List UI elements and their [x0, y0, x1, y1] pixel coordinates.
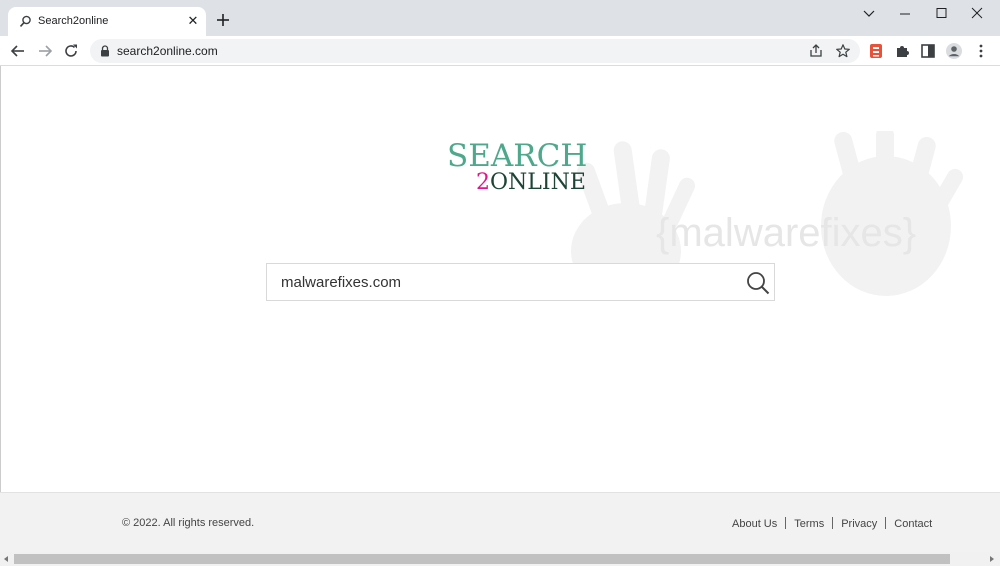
logo-online-line: 2ONLINE [476, 170, 586, 196]
minimize-icon[interactable] [890, 3, 920, 23]
kebab-menu-icon[interactable] [972, 42, 990, 60]
footer-link-terms[interactable]: Terms [794, 518, 824, 530]
tab-title: Search2online [38, 15, 109, 27]
puzzle-icon[interactable] [893, 42, 911, 60]
tab-strip: Search2online ✕ [0, 0, 1000, 36]
new-tab-plus-icon[interactable] [214, 11, 232, 29]
watermark-text: {malwarefixes} [656, 211, 916, 255]
malwarefixes-watermark-image: {malwarefixes} [571, 131, 963, 299]
scrollbar-thumb[interactable] [14, 554, 950, 564]
star-icon[interactable] [835, 43, 851, 59]
logo-digit-two: 2 [476, 170, 490, 195]
footer-link-contact[interactable]: Contact [894, 518, 932, 530]
copyright-text: © 2022. All rights reserved. [122, 517, 255, 529]
footer-separator [785, 517, 787, 529]
window-close-icon[interactable] [962, 3, 992, 23]
lock-icon[interactable] [100, 45, 110, 57]
forward-arrow-icon[interactable] [36, 42, 54, 60]
scroll-right-arrow-icon[interactable] [988, 555, 996, 563]
search-box [266, 263, 775, 301]
scroll-left-arrow-icon[interactable] [2, 555, 10, 563]
search2online-logo: SEARCH 2ONLINE [447, 138, 597, 198]
footer-link-privacy[interactable]: Privacy [841, 518, 877, 530]
address-bar[interactable]: search2online.com [90, 39, 860, 63]
maximize-icon[interactable] [926, 3, 956, 23]
browser-toolbar: search2online.com [0, 36, 1000, 66]
footer-separator [885, 517, 887, 529]
footer-links: About Us Terms Privacy Contact [732, 517, 932, 530]
close-icon[interactable]: ✕ [185, 13, 201, 29]
search-icon [19, 15, 31, 27]
reload-icon[interactable] [62, 42, 80, 60]
profile-icon[interactable] [945, 42, 963, 60]
share-icon[interactable] [808, 43, 824, 59]
horizontal-scrollbar[interactable] [0, 552, 1000, 566]
tab-search2online[interactable]: Search2online ✕ [8, 7, 206, 36]
side-panel-icon[interactable] [919, 42, 937, 60]
page-footer: © 2022. All rights reserved. About Us Ter… [0, 492, 1000, 552]
page-content: {malwarefixes} SEARCH 2ONLINE [0, 66, 1000, 492]
footer-separator [832, 517, 834, 529]
chevron-down-icon[interactable] [854, 3, 884, 23]
extension-badge-icon[interactable] [867, 42, 885, 60]
logo-online-text: ONLINE [490, 170, 586, 195]
logo-search-text: SEARCH [447, 138, 588, 174]
back-arrow-icon[interactable] [9, 42, 27, 60]
url-text[interactable]: search2online.com [117, 44, 218, 58]
browser-window: Search2online ✕ search2online.com {malwa… [0, 0, 1000, 566]
search-input[interactable] [281, 264, 741, 300]
magnifier-icon[interactable] [745, 270, 771, 296]
footer-link-about-us[interactable]: About Us [732, 518, 777, 530]
